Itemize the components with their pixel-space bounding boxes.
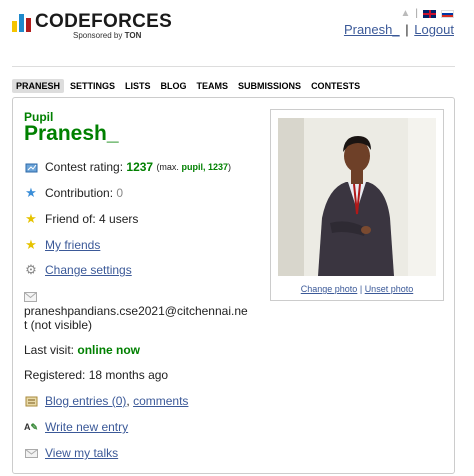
photo-links: Change photo | Unset photo <box>300 284 414 294</box>
change-settings-link[interactable]: Change settings <box>45 263 132 277</box>
my-friends-link[interactable]: My friends <box>45 238 100 252</box>
write-icon: A ✎ <box>23 421 39 433</box>
contest-rating-value: 1237 <box>126 160 154 174</box>
photo-box: Change photo | Unset photo <box>270 109 444 301</box>
comments-link[interactable]: comments <box>133 394 188 408</box>
contribution-star-icon: ★ <box>25 185 37 200</box>
my-friends-row: ★ My friends <box>24 237 100 252</box>
unset-photo-link[interactable]: Unset photo <box>365 284 414 294</box>
registered-row: Registered: 18 months ago <box>24 368 168 382</box>
english-flag-icon[interactable] <box>423 9 436 18</box>
logo-title: CODEFORCES <box>35 11 173 32</box>
profile-menu: PRANESH SETTINGS LISTS BLOG TEAMS SUBMIS… <box>12 79 366 93</box>
change-settings-row: ⚙ Change settings <box>24 262 132 277</box>
menu-item-submissions[interactable]: SUBMISSIONS <box>234 79 305 93</box>
talks-row: View my talks <box>24 446 118 460</box>
lock-icon: ▲ <box>400 8 411 19</box>
top-right-area: ▲ | Pranesh_ | Logout <box>343 8 454 37</box>
contribution-value: 0 <box>116 186 124 200</box>
user-handle: Pranesh_ <box>24 122 119 145</box>
user-profile-link[interactable]: Pranesh_ <box>344 22 400 37</box>
contribution-row: ★ Contribution: 0 <box>25 185 124 200</box>
max-rating: pupil, 1237 <box>181 162 228 172</box>
menu-item-contests[interactable]: CONTESTS <box>307 79 364 93</box>
write-entry-row: A ✎ Write new entry <box>24 420 128 434</box>
menu-item-settings[interactable]: SETTINGS <box>66 79 119 93</box>
menu-item-pranesh[interactable]: PRANESH <box>12 79 65 93</box>
change-photo-link[interactable]: Change photo <box>301 284 358 294</box>
settings-gear-icon: ⚙ <box>25 262 37 277</box>
logo-bars-icon <box>12 14 31 32</box>
friend-of-row: ★ Friend of: 4 users <box>24 211 139 226</box>
menu-item-teams[interactable]: TEAMS <box>193 79 233 93</box>
write-new-entry-link[interactable]: Write new entry <box>45 420 128 434</box>
russian-flag-icon[interactable] <box>441 9 454 18</box>
last-visit-value: online now <box>77 343 141 357</box>
codeforces-logo[interactable]: CODEFORCES Sponsored by TON <box>12 12 172 40</box>
contest-rating-row: Contest rating: 1237 (max. pupil, 1237) <box>24 160 231 174</box>
friends-star-icon: ★ <box>25 237 37 252</box>
header-divider <box>12 66 455 67</box>
blog-row: Blog entries (0), comments <box>24 394 188 408</box>
last-visit-row: Last visit: online now <box>24 343 141 357</box>
registered-text: Registered: 18 months ago <box>24 368 169 382</box>
view-my-talks-link[interactable]: View my talks <box>45 446 118 460</box>
email-text: praneshpandians.cse2021@citchennai.net (… <box>24 304 248 332</box>
blog-icon <box>24 394 38 408</box>
rating-icon <box>24 160 38 174</box>
header-separator: | <box>405 22 409 37</box>
blog-entries-link[interactable]: Blog entries (0) <box>45 394 126 408</box>
logout-link[interactable]: Logout <box>414 22 454 37</box>
talks-icon <box>24 446 38 460</box>
menu-item-lists[interactable]: LISTS <box>121 79 155 93</box>
profile-photo <box>278 118 436 276</box>
menu-item-blog[interactable]: BLOG <box>157 79 191 93</box>
logo-sponsor: Sponsored by TON <box>73 31 142 40</box>
friend-star-icon: ★ <box>25 211 37 226</box>
friend-of-text: Friend of: 4 users <box>45 212 139 226</box>
